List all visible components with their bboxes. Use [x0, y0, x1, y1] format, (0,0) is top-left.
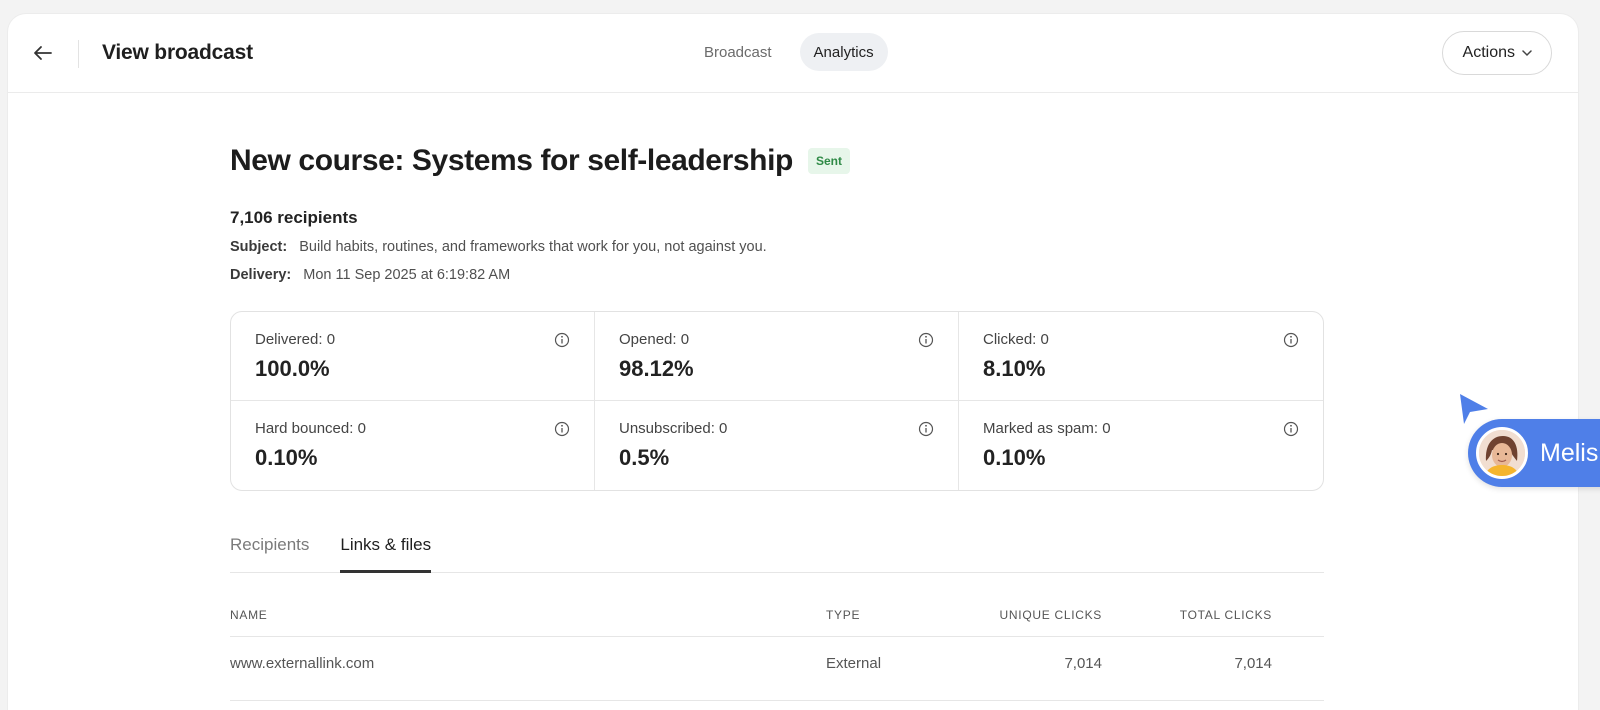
- info-icon[interactable]: [1283, 421, 1299, 437]
- table-header: NAME TYPE UNIQUE CLICKS TOTAL CLICKS: [230, 573, 1324, 637]
- top-bar-divider: [78, 40, 79, 68]
- top-bar: View broadcast Broadcast Analytics Actio…: [8, 14, 1578, 93]
- stat-value: 98.12%: [619, 356, 694, 381]
- subject-row: Subject: Build habits, routines, and fra…: [230, 239, 1324, 255]
- stat-clicked: Clicked: 0 8.10%: [959, 312, 1323, 401]
- tab-recipients[interactable]: Recipients: [230, 533, 309, 573]
- stat-label: Unsubscribed: 0: [619, 420, 728, 437]
- stat-label: Hard bounced: 0: [255, 420, 366, 437]
- column-header-name[interactable]: NAME: [230, 608, 267, 622]
- delivery-row: Delivery: Mon 11 Sep 2025 at 6:19:82 AM: [230, 267, 1324, 283]
- delivery-label: Delivery:: [230, 267, 292, 283]
- collaborator-pill: Melis: [1468, 419, 1600, 487]
- info-icon[interactable]: [1283, 332, 1299, 348]
- collaborator-name: Melis: [1540, 438, 1599, 467]
- stats-grid: Delivered: 0 100.0% Opened: 0 98.12% Cli…: [230, 311, 1324, 491]
- broadcast-window: View broadcast Broadcast Analytics Actio…: [8, 14, 1578, 710]
- stat-value: 8.10%: [983, 356, 1046, 381]
- tab-links-and-files[interactable]: Links & files: [340, 533, 432, 573]
- info-icon[interactable]: [918, 332, 934, 348]
- column-header-total-clicks[interactable]: TOTAL CLICKS: [1180, 608, 1272, 622]
- subject-value: Build habits, routines, and frameworks t…: [299, 239, 767, 255]
- info-icon[interactable]: [554, 332, 570, 348]
- broadcast-title: New course: Systems for self-leadership: [230, 144, 793, 177]
- tab-analytics[interactable]: Analytics: [799, 33, 888, 71]
- link-type: External: [826, 655, 882, 672]
- unique-clicks: 7,014: [1064, 655, 1102, 672]
- view-tabs: Broadcast Analytics: [690, 33, 888, 71]
- page-title: View broadcast: [102, 41, 253, 64]
- stat-value: 0.5%: [619, 445, 670, 470]
- info-icon[interactable]: [918, 421, 934, 437]
- table-row[interactable]: www.externallink.com External 7,014 7,01…: [230, 637, 1324, 701]
- total-clicks: 7,014: [1234, 655, 1272, 672]
- column-header-type[interactable]: TYPE: [826, 608, 860, 622]
- link-name[interactable]: www.externallink.com: [230, 655, 374, 672]
- stat-value: 0.10%: [255, 445, 318, 470]
- column-header-unique-clicks[interactable]: UNIQUE CLICKS: [1000, 608, 1102, 622]
- back-button[interactable]: [30, 40, 56, 66]
- heading-row: New course: Systems for self-leadership …: [230, 144, 1324, 178]
- user-avatar-icon: [1479, 430, 1525, 476]
- stat-unsubscribed: Unsubscribed: 0 0.5%: [595, 401, 959, 490]
- avatar: [1476, 427, 1528, 479]
- cursor-pointer-icon: [1460, 394, 1488, 424]
- stat-marked-as-spam: Marked as spam: 0 0.10%: [959, 401, 1323, 490]
- actions-button[interactable]: Actions: [1441, 31, 1552, 75]
- stat-label: Marked as spam: 0: [983, 420, 1111, 437]
- stat-value: 100.0%: [255, 356, 330, 381]
- links-table: NAME TYPE UNIQUE CLICKS TOTAL CLICKS www…: [230, 573, 1324, 701]
- delivery-value: Mon 11 Sep 2025 at 6:19:82 AM: [303, 267, 511, 283]
- stat-opened: Opened: 0 98.12%: [595, 312, 959, 401]
- tab-broadcast[interactable]: Broadcast: [690, 33, 786, 71]
- detail-tabs: Recipients Links & files: [230, 533, 1324, 573]
- stat-hard-bounced: Hard bounced: 0 0.10%: [231, 401, 595, 490]
- stat-label: Opened: 0: [619, 331, 690, 348]
- actions-label: Actions: [1462, 44, 1515, 61]
- analytics-content: New course: Systems for self-leadership …: [230, 144, 1324, 701]
- stat-label: Clicked: 0: [983, 331, 1049, 348]
- info-icon[interactable]: [554, 421, 570, 437]
- recipient-count: 7,106 recipients: [230, 208, 358, 227]
- stat-value: 0.10%: [983, 445, 1046, 470]
- stat-label: Delivered: 0: [255, 331, 336, 348]
- arrow-left-icon: [34, 46, 52, 60]
- status-badge: Sent: [807, 148, 850, 174]
- subject-label: Subject:: [230, 239, 288, 255]
- stat-delivered: Delivered: 0 100.0%: [231, 312, 595, 401]
- chevron-down-icon: [1522, 50, 1532, 57]
